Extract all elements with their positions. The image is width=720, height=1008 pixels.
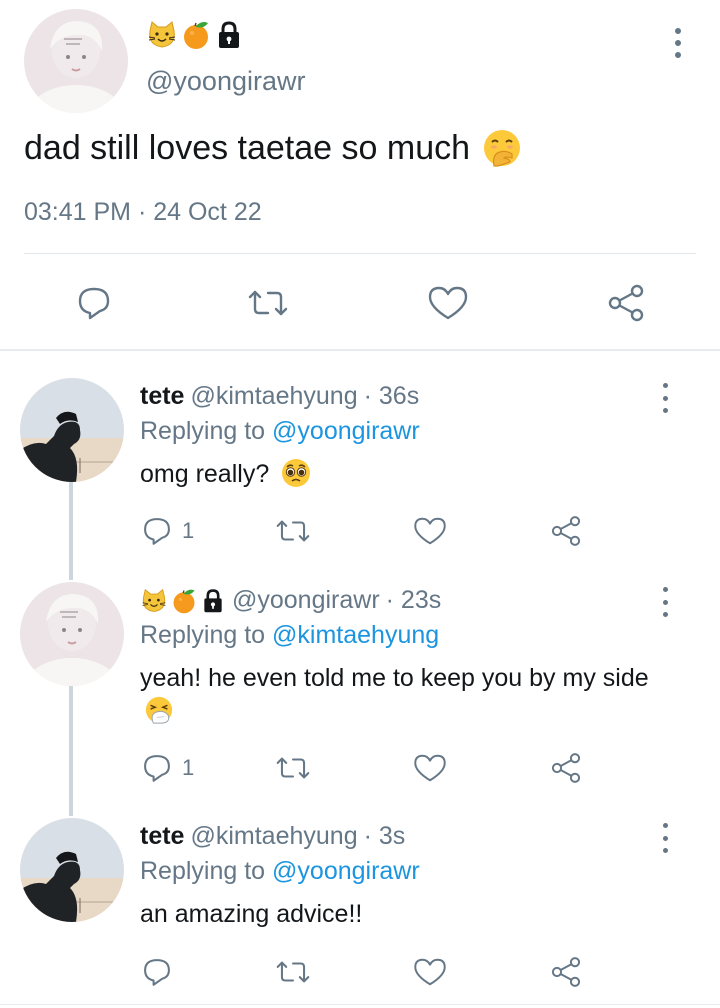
reply-text: yeah! he even told me to keep you by my … [140,662,650,728]
tweet-timestamp[interactable]: 03:41 PM · 24 Oct 22 [24,198,262,227]
tweet-text-body: dad still loves taetae so much [24,128,471,167]
reply-text-body: omg really? [140,460,270,488]
share-icon [608,284,644,322]
user-handle[interactable]: @kimtaehyung [190,382,357,411]
reply-count: 1 [182,755,195,780]
reply-time: · 36s [363,382,420,410]
lock-icon [217,21,241,50]
tangerine-emoji [183,21,209,50]
divider [0,1004,720,1005]
reply-text-body: yeah! he even told me to keep you by my … [140,664,649,692]
share-icon [551,516,581,546]
retweet-button[interactable] [274,954,312,990]
like-button[interactable] [412,954,448,990]
avatar[interactable] [20,582,124,686]
reply-icon [144,959,170,986]
more-options-icon[interactable] [655,822,675,854]
divider [24,253,696,254]
reply-button[interactable] [140,954,182,990]
replying-to: Replying to @kimtaehyung [140,621,439,650]
cat-face-emoji [142,588,166,612]
reply-icon [78,287,110,320]
replying-to-label: Replying to [140,621,266,649]
section-divider [0,349,720,351]
hand-over-mouth-emoji [484,130,521,167]
reply-button[interactable] [72,281,116,325]
retweet-icon [276,757,310,779]
user-handle[interactable]: @yoongirawr [146,66,305,97]
reply-text-body: an amazing advice!! [140,900,363,928]
name-badges [146,18,244,52]
tangerine-emoji [172,588,196,614]
reply-button[interactable]: 1 [140,513,194,549]
share-icon [551,957,581,987]
retweet-button[interactable] [274,750,312,786]
lock-icon [203,588,223,614]
reply-header: @yoongirawr · 23s [140,586,441,615]
retweet-button[interactable] [274,513,312,549]
share-button[interactable] [548,954,584,990]
reply-count: 1 [182,518,195,543]
retweet-icon [248,290,288,316]
retweet-icon [276,961,310,983]
replying-to-label: Replying to [140,417,266,445]
avatar[interactable] [20,818,124,922]
like-icon [428,286,468,320]
reply-text: omg really? [140,458,660,491]
share-button[interactable] [548,513,584,549]
reply-header: tete @kimtaehyung · 3s [140,822,405,851]
share-button[interactable] [548,750,584,786]
share-button[interactable] [604,281,648,325]
pleading-face-emoji [282,459,311,488]
reply-button[interactable]: 1 [140,750,194,786]
like-button[interactable] [426,281,470,325]
replying-to: Replying to @yoongirawr [140,417,420,446]
user-handle[interactable]: @kimtaehyung [190,822,357,851]
replying-to-link[interactable]: @yoongirawr [272,417,420,445]
sneezing-face-emoji [145,697,173,724]
like-button[interactable] [412,750,448,786]
more-options-icon[interactable] [666,26,690,60]
like-icon [414,754,446,782]
replying-to: Replying to @yoongirawr [140,857,420,886]
thread-connector [69,686,73,816]
replying-to-link[interactable]: @kimtaehyung [272,621,439,649]
reply-time: · 23s [385,586,442,614]
display-name[interactable]: tete [140,382,184,411]
reply-time: · 3s [363,822,406,850]
name-badges [140,587,226,615]
reply-icon [144,755,170,782]
avatar[interactable] [20,378,124,482]
more-options-icon[interactable] [655,382,675,414]
like-button[interactable] [412,513,448,549]
reply-icon [144,518,170,545]
more-options-icon[interactable] [655,586,675,618]
reply-text: an amazing advice!! [140,898,660,931]
display-name[interactable]: tete [140,822,184,851]
like-icon [414,958,446,986]
like-icon [414,517,446,545]
tweet-text: dad still loves taetae so much [24,128,522,168]
replying-to-link[interactable]: @yoongirawr [272,857,420,885]
avatar[interactable] [24,9,128,113]
share-icon [551,753,581,783]
retweet-button[interactable] [246,281,290,325]
user-handle[interactable]: @yoongirawr [232,586,380,615]
replying-to-label: Replying to [140,857,266,885]
reply-header: tete @kimtaehyung · 36s [140,382,419,411]
retweet-icon [276,520,310,542]
thread-connector [69,482,73,580]
cat-face-emoji [148,21,176,48]
